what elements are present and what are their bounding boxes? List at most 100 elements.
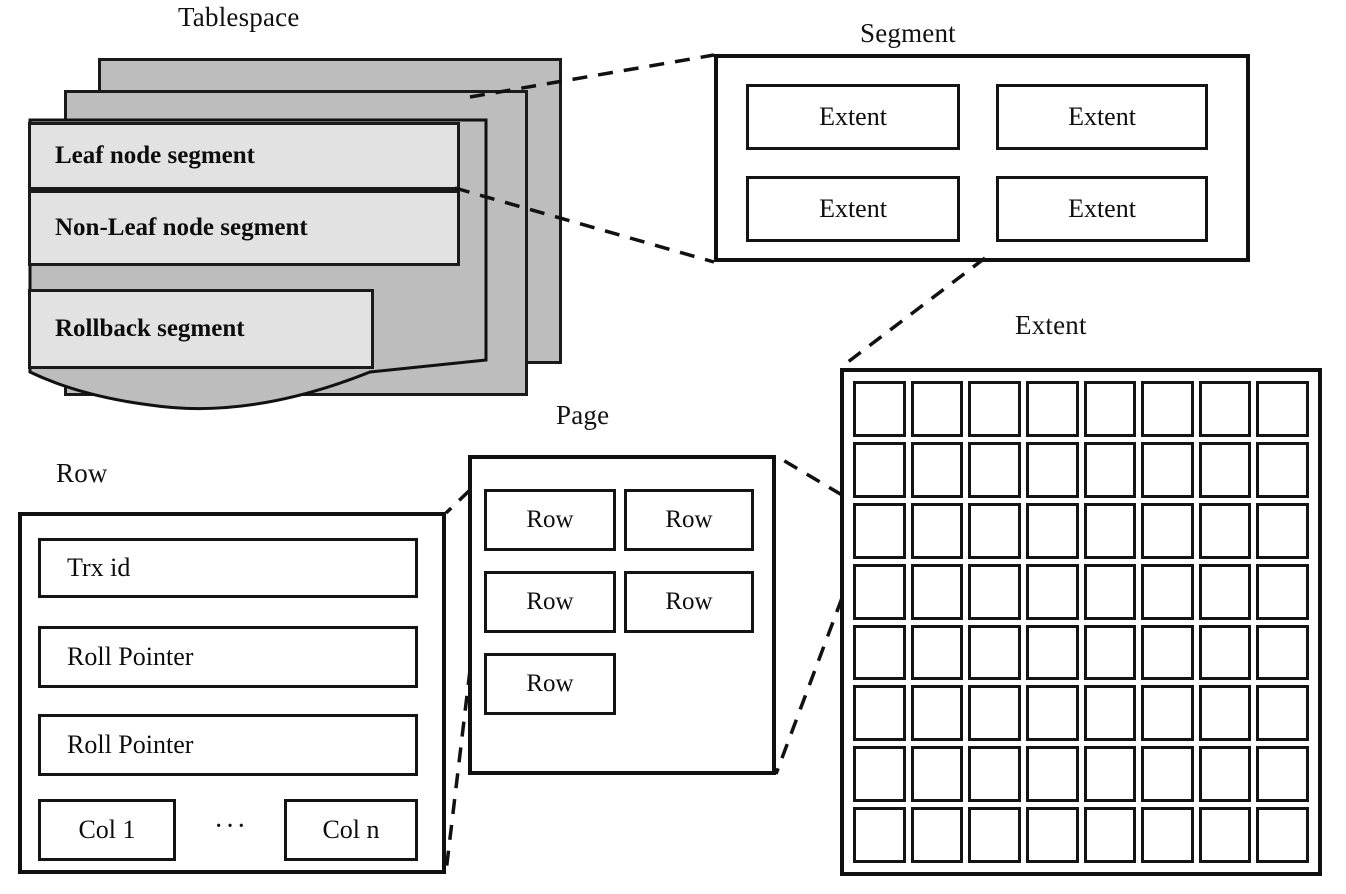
extent-box-1: Extent bbox=[746, 84, 960, 150]
connector-page-row-bottom bbox=[444, 669, 472, 873]
extent-page-cell bbox=[1083, 502, 1137, 559]
segment-box: Extent Extent Extent Extent bbox=[714, 54, 1250, 262]
extent-page-cell bbox=[1141, 746, 1194, 803]
page-row-2: Row bbox=[624, 489, 754, 551]
extent-page-cell bbox=[1083, 563, 1137, 620]
extent-page-cell bbox=[1198, 746, 1252, 803]
extent-page-cell bbox=[1025, 807, 1079, 863]
extent-page-cell bbox=[968, 381, 1021, 437]
row-column-last: Col n bbox=[284, 799, 418, 861]
extent-page-cell bbox=[1256, 807, 1309, 863]
extent-page-cell bbox=[1198, 381, 1252, 437]
segment-band-non-leaf-node-label: Non-Leaf node segment bbox=[55, 214, 308, 241]
extent-page-cell bbox=[1141, 563, 1194, 620]
extent-page-cell bbox=[1025, 685, 1079, 742]
row-field-trx-id-label: Trx id bbox=[67, 553, 131, 582]
extent-box-3-label: Extent bbox=[819, 194, 887, 223]
row-field-roll-pointer-2: Roll Pointer bbox=[38, 714, 418, 776]
extent-box-3: Extent bbox=[746, 176, 960, 242]
extent-page-cell bbox=[1025, 502, 1079, 559]
row-field-roll-pointer-1-label: Roll Pointer bbox=[67, 642, 194, 671]
page-row-3-label: Row bbox=[526, 588, 574, 615]
extent-page-cell bbox=[1256, 381, 1309, 437]
row-column-first: Col 1 bbox=[38, 799, 176, 861]
page-row-5: Row bbox=[484, 653, 616, 715]
segment-band-non-leaf-node: Non-Leaf node segment bbox=[28, 190, 460, 266]
extent-page-cell bbox=[1141, 502, 1194, 559]
extent-page-cell bbox=[1025, 441, 1079, 498]
extent-page-cell bbox=[1141, 685, 1194, 742]
extent-page-cell bbox=[1141, 807, 1194, 863]
extent-page-cell bbox=[1198, 441, 1252, 498]
page-row-2-label: Row bbox=[665, 506, 713, 533]
page-box: Row Row Row Row Row bbox=[468, 455, 776, 775]
row-column-last-label: Col n bbox=[322, 815, 380, 844]
extent-page-cell bbox=[1198, 624, 1252, 681]
page-row-3: Row bbox=[484, 571, 616, 633]
extent-page-cell bbox=[1141, 381, 1194, 437]
extent-page-cell bbox=[853, 502, 906, 559]
extent-page-cell bbox=[1256, 441, 1309, 498]
extent-page-cell bbox=[1083, 624, 1137, 681]
connector-segment-extent bbox=[838, 256, 987, 370]
extent-box-1-label: Extent bbox=[819, 102, 887, 131]
extent-page-cells bbox=[853, 381, 1309, 863]
extent-page-cell bbox=[968, 441, 1021, 498]
page-row-4-label: Row bbox=[665, 588, 713, 615]
extent-page-cell bbox=[853, 381, 906, 437]
extent-page-cell bbox=[968, 624, 1021, 681]
extent-page-cell bbox=[1256, 685, 1309, 742]
extent-page-cell bbox=[1198, 685, 1252, 742]
connector-page-row-top bbox=[444, 488, 472, 515]
extent-page-cell bbox=[910, 746, 964, 803]
extent-page-cell bbox=[910, 381, 964, 437]
extent-page-cell bbox=[853, 685, 906, 742]
extent-page-cell bbox=[1141, 441, 1194, 498]
diagram-canvas: Tablespace Leaf node segment Non-Leaf no… bbox=[0, 0, 1346, 894]
extent-page-cell bbox=[1256, 563, 1309, 620]
extent-page-cell bbox=[853, 746, 906, 803]
extent-page-cell bbox=[1083, 746, 1137, 803]
extent-page-cell bbox=[1025, 381, 1079, 437]
extent-grid-box bbox=[840, 368, 1322, 876]
extent-page-cell bbox=[1256, 746, 1309, 803]
extent-page-cell bbox=[1083, 381, 1137, 437]
extent-page-cell bbox=[910, 624, 964, 681]
extent-page-cell bbox=[968, 746, 1021, 803]
tablespace-title: Tablespace bbox=[178, 2, 300, 32]
segment-band-leaf-node-label: Leaf node segment bbox=[55, 142, 255, 169]
row-box: Trx id Roll Pointer Roll Pointer Col 1 ·… bbox=[18, 512, 446, 874]
extent-page-cell bbox=[1198, 502, 1252, 559]
extent-page-cell bbox=[910, 807, 964, 863]
connector-extent-page-top bbox=[775, 454, 843, 497]
row-field-trx-id: Trx id bbox=[38, 538, 418, 598]
extent-page-cell bbox=[1198, 807, 1252, 863]
extent-box-4-label: Extent bbox=[1068, 194, 1136, 223]
extent-box-2-label: Extent bbox=[1068, 102, 1136, 131]
extent-page-cell bbox=[1025, 624, 1079, 681]
row-field-roll-pointer-2-label: Roll Pointer bbox=[67, 730, 194, 759]
extent-page-cell bbox=[1083, 807, 1137, 863]
extent-box-2: Extent bbox=[996, 84, 1208, 150]
page-row-5-label: Row bbox=[526, 670, 574, 697]
extent-page-cell bbox=[968, 502, 1021, 559]
extent-page-cell bbox=[968, 563, 1021, 620]
extent-page-cell bbox=[1256, 624, 1309, 681]
extent-page-cell bbox=[1141, 624, 1194, 681]
extent-page-cell bbox=[1083, 441, 1137, 498]
extent-page-cell bbox=[853, 563, 906, 620]
page-title: Page bbox=[556, 400, 610, 430]
extent-page-cell bbox=[1198, 563, 1252, 620]
page-row-4: Row bbox=[624, 571, 754, 633]
extent-page-cell bbox=[1025, 746, 1079, 803]
extent-page-cell bbox=[968, 807, 1021, 863]
extent-page-cell bbox=[1256, 502, 1309, 559]
extent-page-cell bbox=[968, 685, 1021, 742]
row-title: Row bbox=[56, 458, 108, 488]
segment-band-leaf-node: Leaf node segment bbox=[28, 122, 460, 190]
extent-page-cell bbox=[1083, 685, 1137, 742]
segment-band-rollback: Rollback segment bbox=[28, 289, 374, 369]
extent-page-cell bbox=[910, 502, 964, 559]
row-field-roll-pointer-1: Roll Pointer bbox=[38, 626, 418, 688]
extent-page-cell bbox=[853, 624, 906, 681]
